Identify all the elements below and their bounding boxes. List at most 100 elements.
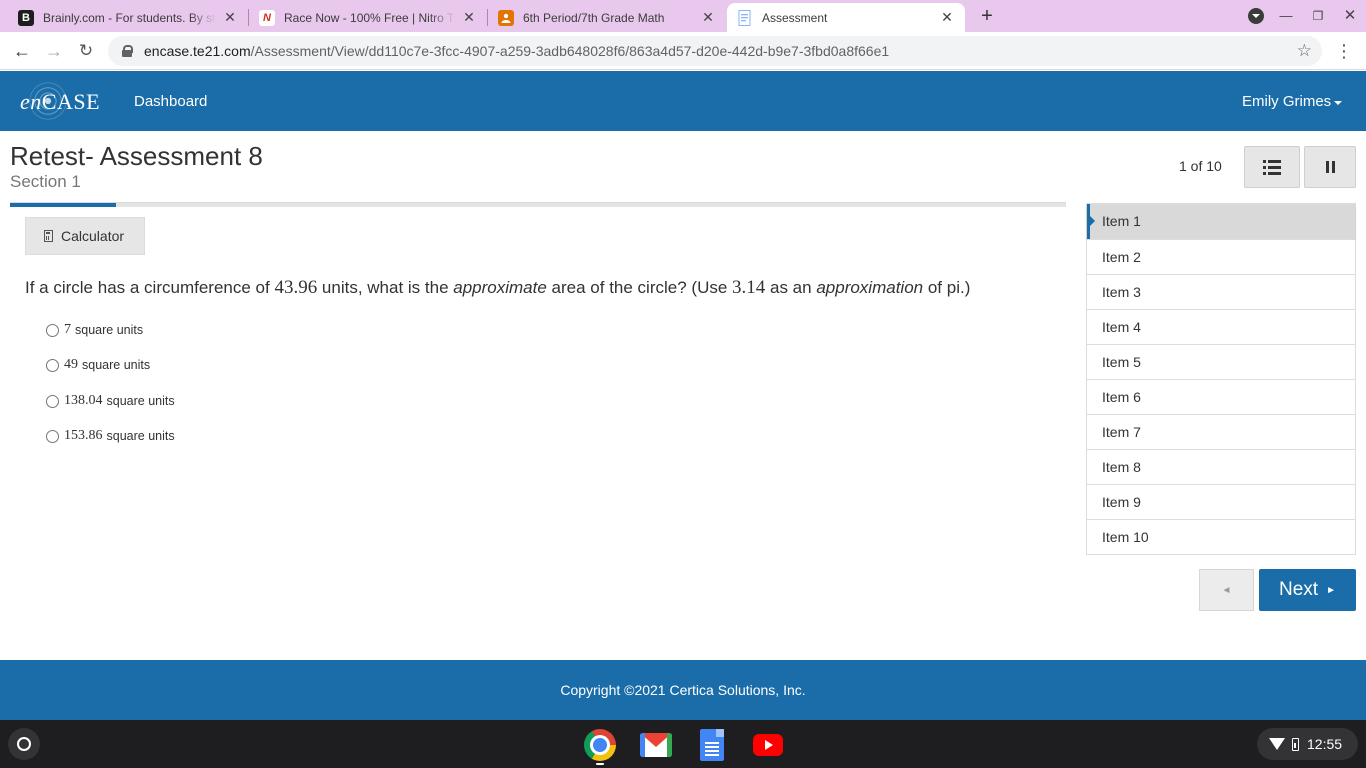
reload-icon[interactable]: ↻ <box>73 38 99 64</box>
close-tab-icon[interactable]: ✕ <box>939 9 955 26</box>
browser-tab-strip: B Brainly.com - For students. By student… <box>0 0 1366 32</box>
forward-icon[interactable]: → <box>41 38 67 64</box>
calculator-button[interactable]: Calculator <box>25 217 145 255</box>
document-icon <box>737 9 753 26</box>
caret-down-icon <box>1334 100 1343 105</box>
browser-tab-nitro-type[interactable]: N Race Now - 100% Free | Nitro Type ✕ <box>249 3 487 32</box>
brainly-favicon: B <box>18 9 34 26</box>
item-list-toggle-button[interactable] <box>1244 146 1300 188</box>
page-title: Retest- Assessment 8 <box>10 141 263 171</box>
nav-dashboard-link[interactable]: Dashboard <box>134 93 207 110</box>
minimize-icon[interactable]: — <box>1276 6 1296 26</box>
next-button[interactable]: Next ► <box>1259 569 1356 611</box>
item-4[interactable]: Item 4 <box>1087 309 1355 344</box>
choice-value: 7 <box>64 322 71 337</box>
tab-title: Race Now - 100% Free | Nitro Type <box>284 10 455 25</box>
previous-button[interactable]: ◄ <box>1199 569 1254 611</box>
choice-unit: square units <box>106 394 175 408</box>
choice-unit: square units <box>106 429 175 443</box>
lock-icon <box>122 45 133 57</box>
tab-title: Brainly.com - For students. By students. <box>43 10 216 25</box>
restore-icon[interactable]: ❐ <box>1308 6 1328 26</box>
url-path: /Assessment/View/dd110c7e-3fcc-4907-a259… <box>250 43 890 59</box>
wifi-icon <box>1269 738 1285 750</box>
battery-icon <box>1292 737 1299 751</box>
browser-tab-assessment[interactable]: Assessment ✕ <box>727 3 965 32</box>
item-counter: 1 of 10 <box>1179 158 1222 174</box>
gmail-icon <box>640 733 672 757</box>
tab-search-icon[interactable] <box>1248 8 1264 24</box>
choice-value: 153.86 <box>64 428 103 443</box>
browser-toolbar: ← → ↻ encase.te21.com/Assessment/View/dd… <box>0 32 1366 70</box>
new-tab-button[interactable]: + <box>976 5 998 27</box>
circumference-value: 43.96 <box>274 277 318 298</box>
next-arrow-icon: ► <box>1326 584 1336 596</box>
docs-icon <box>700 729 724 761</box>
item-8[interactable]: Item 8 <box>1087 449 1355 484</box>
calculator-icon <box>44 230 53 242</box>
answer-choice-b[interactable]: 49 square units <box>46 357 150 373</box>
url-host: encase.te21.com <box>144 43 251 59</box>
choice-unit: square units <box>75 323 144 337</box>
youtube-icon <box>753 734 783 756</box>
nitro-type-favicon: N <box>259 9 275 26</box>
item-1[interactable]: Item 1 <box>1087 204 1355 239</box>
running-app-indicator <box>596 763 604 765</box>
browser-tab-brainly[interactable]: B Brainly.com - For students. By student… <box>8 3 248 32</box>
progress-fill <box>10 203 116 207</box>
launcher-icon <box>17 737 31 751</box>
next-label: Next <box>1279 579 1319 600</box>
item-3[interactable]: Item 3 <box>1087 274 1355 309</box>
chrome-app[interactable] <box>584 729 616 761</box>
close-tab-icon[interactable]: ✕ <box>700 9 716 26</box>
list-icon <box>1263 159 1281 175</box>
encase-logo[interactable]: enCASE <box>18 75 100 127</box>
item-7[interactable]: Item 7 <box>1087 414 1355 449</box>
pause-button[interactable] <box>1304 146 1356 188</box>
os-shelf: 12:55 <box>0 720 1366 768</box>
answer-choice-d[interactable]: 153.86 square units <box>46 428 175 444</box>
page-footer: Copyright ©2021 Certica Solutions, Inc. <box>0 660 1366 720</box>
pi-value: 3.14 <box>732 277 766 298</box>
browser-menu-icon[interactable]: ⋮ <box>1334 40 1354 62</box>
radio-button[interactable] <box>46 429 59 443</box>
chrome-icon <box>584 729 616 761</box>
browser-tab-classroom[interactable]: 6th Period/7th Grade Math ✕ <box>488 3 726 32</box>
close-window-icon[interactable]: ✕ <box>1340 6 1360 26</box>
radio-button[interactable] <box>46 323 59 337</box>
item-6[interactable]: Item 6 <box>1087 379 1355 414</box>
item-9[interactable]: Item 9 <box>1087 484 1355 519</box>
question-text: If a circle has a circumference of 43.96… <box>25 277 971 298</box>
item-2[interactable]: Item 2 <box>1087 239 1355 274</box>
user-menu[interactable]: Emily Grimes <box>1242 93 1343 110</box>
choice-value: 49 <box>64 357 78 372</box>
tab-title: 6th Period/7th Grade Math <box>523 10 665 25</box>
site-header: enCASE Dashboard Emily Grimes <box>0 71 1366 131</box>
launcher-button[interactable] <box>8 728 40 760</box>
address-bar[interactable]: encase.te21.com/Assessment/View/dd110c7e… <box>108 36 1322 66</box>
radio-button[interactable] <box>46 394 59 408</box>
copyright-text: Copyright ©2021 Certica Solutions, Inc. <box>560 682 806 698</box>
section-label: Section 1 <box>10 172 81 191</box>
answer-choice-a[interactable]: 7 square units <box>46 322 143 338</box>
choice-value: 138.04 <box>64 393 103 408</box>
item-list: Item 1 Item 2 Item 3 Item 4 Item 5 Item … <box>1086 203 1356 555</box>
status-tray[interactable]: 12:55 <box>1257 728 1358 760</box>
choice-unit: square units <box>82 358 151 372</box>
progress-bar <box>10 202 1066 207</box>
clock: 12:55 <box>1307 736 1343 752</box>
close-tab-icon[interactable]: ✕ <box>222 9 238 26</box>
close-tab-icon[interactable]: ✕ <box>461 9 477 26</box>
item-10[interactable]: Item 10 <box>1087 519 1355 554</box>
radio-button[interactable] <box>46 358 59 372</box>
calculator-label: Calculator <box>61 228 125 244</box>
back-icon[interactable]: ← <box>9 38 35 64</box>
item-5[interactable]: Item 5 <box>1087 344 1355 379</box>
docs-app[interactable] <box>696 729 728 761</box>
gmail-app[interactable] <box>640 729 672 761</box>
bookmark-star-icon[interactable]: ☆ <box>1297 41 1312 61</box>
classroom-icon <box>498 9 514 26</box>
answer-choice-c[interactable]: 138.04 square units <box>46 393 175 409</box>
youtube-app[interactable] <box>752 729 784 761</box>
user-name: Emily Grimes <box>1242 93 1332 110</box>
